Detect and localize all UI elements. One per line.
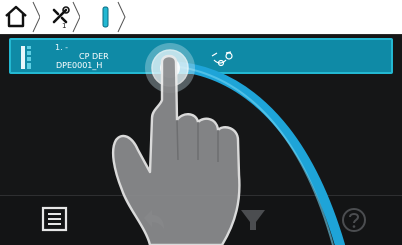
vertical-bar-icon [102, 1, 126, 33]
back-button[interactable] [130, 196, 180, 245]
list-item-subtitle: DPE0001_H [56, 61, 103, 70]
app-screen: 1 1. - CP DER DPE0001_H [0, 0, 402, 245]
home-icon [5, 1, 40, 33]
list-item-index: 1. - [55, 43, 69, 52]
menu-button[interactable] [29, 196, 79, 245]
back-arrow-icon [144, 210, 164, 229]
breadcrumb-item-current[interactable] [80, 0, 130, 34]
list-item[interactable]: 1. - CP DER DPE0001_H [9, 38, 393, 74]
link-icon [211, 51, 233, 67]
breadcrumb-home[interactable] [0, 0, 40, 34]
breadcrumb-item-tools[interactable] [40, 0, 80, 34]
list-item-title: CP DER [79, 52, 109, 61]
wrench-cross-icon [52, 1, 80, 33]
help-button[interactable] [330, 196, 380, 245]
drag-handle-icon[interactable] [21, 46, 31, 69]
filter-button[interactable] [228, 196, 278, 245]
filter-icon [241, 210, 265, 230]
breadcrumb-item-number: 1 [62, 22, 67, 30]
breadcrumb: 1 [0, 0, 402, 35]
menu-list-icon [41, 206, 68, 232]
bottom-toolbar [0, 196, 402, 245]
help-icon [342, 208, 366, 232]
